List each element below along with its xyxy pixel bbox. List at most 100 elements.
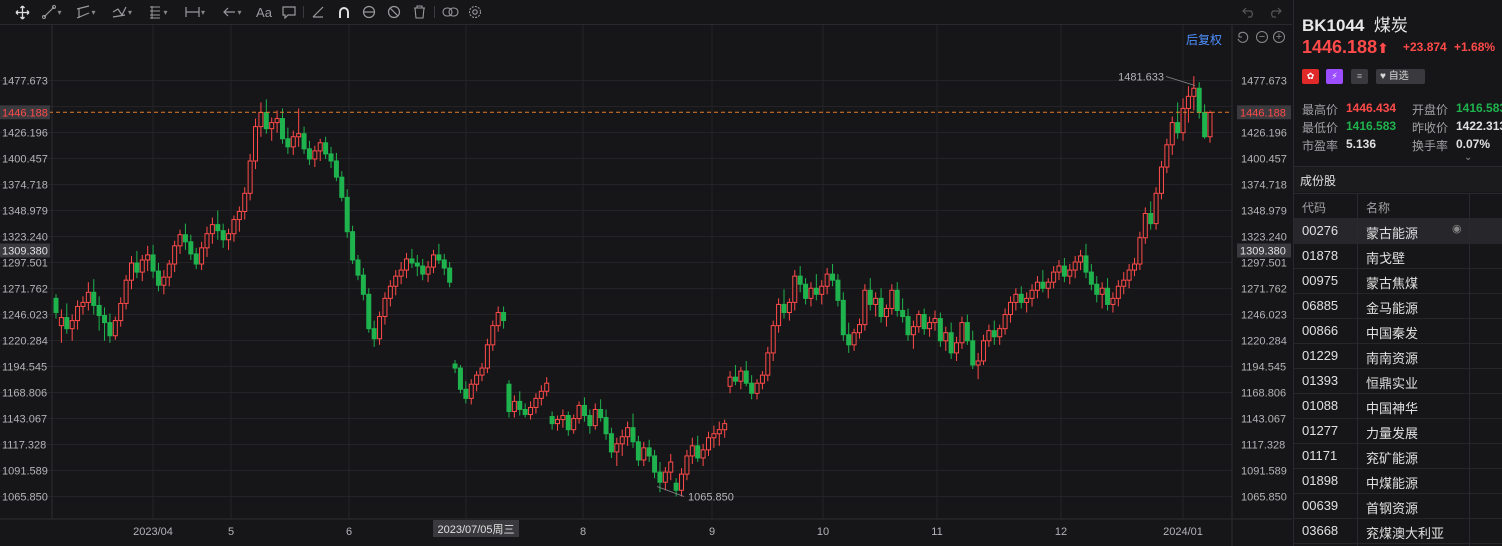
list-item[interactable]: 01393 恒鼎实业 xyxy=(1294,368,1502,394)
last-price-label-right: 1446.188 xyxy=(1240,107,1286,119)
zoom-in-icon[interactable]: + xyxy=(1273,31,1285,43)
candle-body xyxy=(306,148,312,160)
column-divider xyxy=(1469,193,1470,546)
redo-icon[interactable] xyxy=(1266,2,1284,22)
lightning-icon[interactable]: ⚡ xyxy=(1326,69,1343,84)
candle-body xyxy=(630,427,636,443)
candle-body xyxy=(447,267,453,283)
candle-body xyxy=(1175,122,1181,134)
candle-body xyxy=(430,254,436,268)
list-item[interactable]: 00866 中国秦发 xyxy=(1294,318,1502,344)
y-tick-label-left: 1246.023 xyxy=(2,309,48,321)
candle-body xyxy=(215,224,221,232)
view-icon[interactable]: ◉ xyxy=(1452,222,1462,235)
lock-icon[interactable] xyxy=(360,2,378,22)
candle-body xyxy=(608,433,614,453)
candle-body xyxy=(166,263,172,278)
note-icon[interactable] xyxy=(280,2,298,22)
list-item[interactable]: 01277 力量发展 xyxy=(1294,418,1502,444)
candle-body xyxy=(463,388,469,399)
column-name[interactable]: 名称 xyxy=(1366,199,1390,216)
list-item[interactable]: 00276 蒙古能源 ◉ xyxy=(1294,218,1502,244)
undo-icon[interactable] xyxy=(1240,2,1258,22)
y-tick-label-left: 1168.806 xyxy=(2,387,47,399)
candle-body xyxy=(107,322,113,337)
text-icon[interactable]: Aa xyxy=(254,2,274,22)
candle-body xyxy=(150,254,156,272)
link-icon[interactable] xyxy=(440,2,460,22)
settings-icon[interactable] xyxy=(466,2,484,22)
list-item[interactable]: 01229 南南资源 xyxy=(1294,343,1502,369)
crosshair-icon[interactable] xyxy=(12,2,32,22)
candle-body xyxy=(873,297,879,305)
y-tick-label-right: 1323.240 xyxy=(1241,231,1287,243)
stock-name: 南戈壁 xyxy=(1366,251,1406,266)
candle-body xyxy=(555,419,561,425)
list-item[interactable]: 03668 兖煤澳大利亚 xyxy=(1294,518,1502,544)
candle-body xyxy=(193,253,199,265)
stock-code: 00639 xyxy=(1302,498,1339,513)
candle-body xyxy=(1040,281,1046,289)
x-tick-label: 6 xyxy=(346,526,352,538)
list-item[interactable]: 01171 兖矿能源 xyxy=(1294,443,1502,469)
channel-icon[interactable]: ▾ xyxy=(72,2,100,22)
candle-body xyxy=(776,303,782,327)
y-tick-label-left: 1426.196 xyxy=(2,127,48,139)
candle-body xyxy=(900,309,906,318)
list-item[interactable]: 06885 金马能源 xyxy=(1294,293,1502,319)
hide-icon[interactable] xyxy=(385,2,403,22)
candle-body xyxy=(387,285,393,299)
zoom-out-icon[interactable]: − xyxy=(1256,31,1268,43)
candle-body xyxy=(684,455,690,475)
candle-body xyxy=(1029,289,1035,299)
list-item[interactable]: 00975 蒙古焦煤 xyxy=(1294,268,1502,294)
candle-body xyxy=(296,133,302,138)
stock-code: 01898 xyxy=(1302,473,1339,488)
adjust-mode-button[interactable]: 后复权 xyxy=(1186,31,1222,48)
candle-body xyxy=(468,383,474,399)
column-code[interactable]: 代码 xyxy=(1302,199,1326,216)
candle-body xyxy=(932,318,938,324)
last-price: 1446.188⬆ xyxy=(1302,37,1389,58)
watchlist-label: 自选 xyxy=(1388,71,1409,82)
candle-body xyxy=(177,234,183,247)
document-icon[interactable]: ≡ xyxy=(1351,69,1368,84)
candle-body xyxy=(182,234,188,243)
pitchfork-icon[interactable]: ▾ xyxy=(108,2,136,22)
candle-body xyxy=(317,142,323,152)
column-divider xyxy=(1357,193,1358,546)
arrow-icon[interactable]: ▾ xyxy=(218,2,246,22)
candle-body xyxy=(490,325,496,346)
last-price-label-left: 1446.188 xyxy=(2,107,48,119)
y-tick-label-left: 1297.501 xyxy=(2,257,48,269)
trash-icon[interactable] xyxy=(410,2,428,22)
turnover-value: 0.07% xyxy=(1456,137,1491,151)
ruler-icon[interactable] xyxy=(309,2,327,22)
candle-body xyxy=(1185,95,1191,109)
list-item[interactable]: 01898 中煤能源 xyxy=(1294,468,1502,494)
candle-body xyxy=(145,254,151,261)
magnet-icon[interactable] xyxy=(335,2,353,22)
candle-body xyxy=(134,262,140,273)
trend-line-icon[interactable]: ▾ xyxy=(38,2,66,22)
candle-body xyxy=(64,317,70,330)
add-watchlist-button[interactable]: ♥ 自选 xyxy=(1376,69,1425,84)
candle-body xyxy=(765,352,771,376)
candle-body xyxy=(279,118,285,140)
candle-body xyxy=(118,302,124,322)
candle-body xyxy=(964,322,970,342)
candle-body xyxy=(894,289,900,311)
chevron-down-icon[interactable]: ⌄ xyxy=(1464,152,1472,163)
list-item[interactable]: 01088 中国神华 xyxy=(1294,393,1502,419)
list-item[interactable]: 00639 首钢资源 xyxy=(1294,493,1502,519)
measure-icon[interactable]: ▾ xyxy=(180,2,210,22)
candle-body xyxy=(323,142,329,155)
list-item[interactable]: 01878 南戈壁 xyxy=(1294,243,1502,269)
candle-body xyxy=(393,275,399,287)
stock-name: 兖煤澳大利亚 xyxy=(1366,526,1445,541)
candlestick-chart[interactable]: 1477.673 1477.673 1426.196 1426.196 1400.457… xyxy=(0,25,1292,546)
candle-body xyxy=(878,297,884,318)
fibonacci-icon[interactable]: ▾ xyxy=(144,2,172,22)
y-tick-label-right: 1220.284 xyxy=(1241,335,1287,347)
reset-icon[interactable] xyxy=(1236,31,1250,45)
